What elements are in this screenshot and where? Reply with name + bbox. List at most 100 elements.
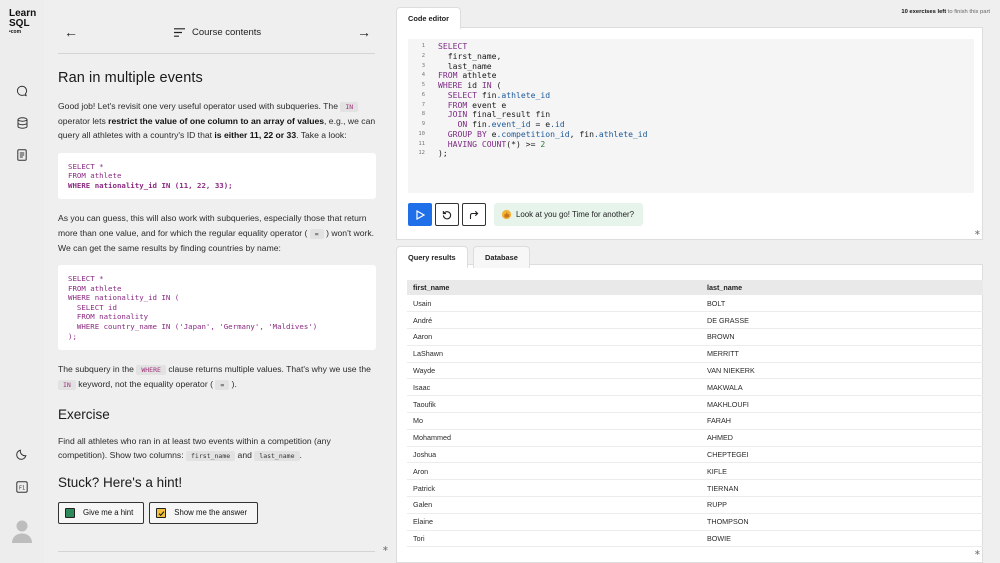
chat-icon[interactable] <box>13 82 31 100</box>
table-cell: MAKWALA <box>701 378 983 397</box>
table-cell: Aaron <box>407 328 701 346</box>
line-number: 1 <box>421 43 425 49</box>
previous-arrow-icon[interactable]: ← <box>64 24 78 40</box>
table-cell: TIERNAN <box>701 479 983 498</box>
sql-editor[interactable]: 1 2 3 4 5 6 7 8 9 10 11 12 SELECT first_… <box>408 39 974 193</box>
table-cell: AHMED <box>701 429 983 447</box>
code-line: FROM athlete <box>68 283 122 293</box>
code-line: SELECT id <box>68 302 117 312</box>
feedback-message: Look at you go! Time for another? <box>494 203 643 226</box>
tab-query-results[interactable]: Query results <box>396 246 468 268</box>
menu-icon <box>174 28 185 37</box>
line-number: 3 <box>421 62 425 69</box>
lesson-content: Ran in multiple events Good job! Let's r… <box>58 70 376 524</box>
line-number: 10 <box>418 130 425 137</box>
resize-handle-icon[interactable]: ∗ <box>382 544 389 553</box>
sql-code[interactable]: SELECT first_name, last_name FROM athlet… <box>438 41 648 159</box>
table-cell: Tori <box>407 530 701 548</box>
checkmark-icon <box>156 507 167 518</box>
dark-mode-icon[interactable] <box>13 445 31 463</box>
lesson-nav: ← Course contents → <box>58 14 375 54</box>
resize-handle-icon[interactable]: ∗ <box>974 228 981 237</box>
table-row: Joshua CHEPTEGEI <box>407 446 983 464</box>
lesson-paragraph-2: As you can guess, this will also work wi… <box>58 213 375 253</box>
table-row: Wayde VAN NIEKERK <box>407 362 983 380</box>
tab-database[interactable]: Database <box>473 246 530 268</box>
show-answer-button[interactable]: Show me the answer <box>149 501 259 524</box>
results-table: first_name last_name Usain BOLT André DE GRA… <box>407 280 983 548</box>
code-line: WHERE nationality_id IN ( <box>68 293 180 303</box>
reset-button[interactable] <box>435 203 459 226</box>
lesson-paragraph-1: Good job! Let's revisit one very useful … <box>58 101 376 141</box>
table-cell: Patrick <box>407 479 701 498</box>
table-cell: MERRITT <box>701 345 983 363</box>
table-cell: MAKHLOUFI <box>701 395 983 414</box>
code-line: WHERE country_name IN ('Japan', 'Germany… <box>68 321 318 331</box>
forward-arrow-icon <box>469 210 479 219</box>
table-cell: Wayde <box>407 362 701 380</box>
give-hint-button[interactable]: Give me a hint <box>58 501 145 524</box>
keyboard-shortcut-icon[interactable]: F1 <box>13 478 31 496</box>
table-cell: BROWN <box>701 328 983 346</box>
database-icon[interactable] <box>13 114 31 132</box>
user-avatar-icon[interactable] <box>11 518 33 544</box>
table-cell: Galen <box>407 496 701 514</box>
table-row: Galen RUPP <box>407 496 983 514</box>
table-cell: Elaine <box>407 513 701 531</box>
line-number: 6 <box>421 91 425 98</box>
table-row: André DE GRASSE <box>407 311 983 330</box>
next-arrow-icon[interactable]: → <box>357 24 371 40</box>
thumbs-up-icon <box>501 209 512 220</box>
table-cell: BOLT <box>701 295 983 313</box>
line-number: 5 <box>421 82 425 88</box>
table-row: Elaine THOMPSON <box>407 513 983 531</box>
next-exercise-button[interactable] <box>462 203 486 226</box>
run-button[interactable] <box>408 203 432 226</box>
code-example-2: SELECT * FROM athlete WHERE nationality_… <box>58 265 376 351</box>
line-number: 2 <box>421 52 425 59</box>
code-line: FROM nationality <box>68 312 149 322</box>
lesson-title: Ran in multiple events <box>58 70 203 86</box>
resize-handle-icon[interactable]: ∗ <box>974 548 981 557</box>
table-cell: Joshua <box>407 446 701 464</box>
query-results-panel: first_name last_name Usain BOLT André DE GRA… <box>396 264 983 563</box>
code-line: ); <box>68 331 77 341</box>
code-example-1: SELECT * FROM athlete WHERE nationality_… <box>58 152 376 200</box>
table-header: first_name last_name <box>407 280 983 295</box>
table-row: Usain BOLT <box>407 295 983 313</box>
table-cell: FARAH <box>701 412 983 430</box>
course-contents-link[interactable]: Course contents <box>174 27 261 38</box>
code-editor-panel: 1 2 3 4 5 6 7 8 9 10 11 12 SELECT first_… <box>396 27 983 240</box>
table-cell: CHEPTEGEI <box>701 446 983 464</box>
line-number: 9 <box>421 121 425 127</box>
learnsql-logo[interactable]: Learn SQL •com <box>9 9 36 36</box>
table-row: Aaron BROWN <box>407 328 983 346</box>
table-cell: Aron <box>407 462 701 481</box>
svg-text:F1: F1 <box>19 485 25 491</box>
table-cell: THOMPSON <box>701 513 983 531</box>
exercise-heading: Exercise <box>58 406 110 422</box>
line-number: 11 <box>418 140 425 147</box>
table-cell: Mohammed <box>407 429 701 447</box>
table-cell: KIFLE <box>701 462 983 481</box>
divider <box>58 551 375 552</box>
table-cell: DE GRASSE <box>701 311 983 330</box>
table-cell: Isaac <box>407 378 701 397</box>
tab-code-editor[interactable]: Code editor <box>396 7 462 29</box>
table-cell: Mo <box>407 412 701 430</box>
table-cell: Usain <box>407 295 701 313</box>
reset-icon <box>442 210 452 219</box>
table-row: Isaac MAKWALA <box>407 378 983 397</box>
exercise-instructions: Find all athletes who ran in at least tw… <box>58 435 331 461</box>
table-cell: VAN NIEKERK <box>701 362 983 380</box>
table-row: Aron KIFLE <box>407 462 983 481</box>
side-rail: Learn SQL •com F1 <box>0 0 44 563</box>
table-cell: LaShawn <box>407 345 701 363</box>
hint-buttons: Give me a hint Show me the answer <box>58 501 376 524</box>
lesson-panel: ← Course contents → Ran in multiple even… <box>44 0 390 563</box>
code-line: SELECT * <box>68 274 104 283</box>
line-number: 7 <box>421 101 425 108</box>
cheatsheet-icon[interactable] <box>13 146 31 164</box>
table-cell: Taoufik <box>407 395 701 414</box>
hint-icon <box>65 507 75 518</box>
